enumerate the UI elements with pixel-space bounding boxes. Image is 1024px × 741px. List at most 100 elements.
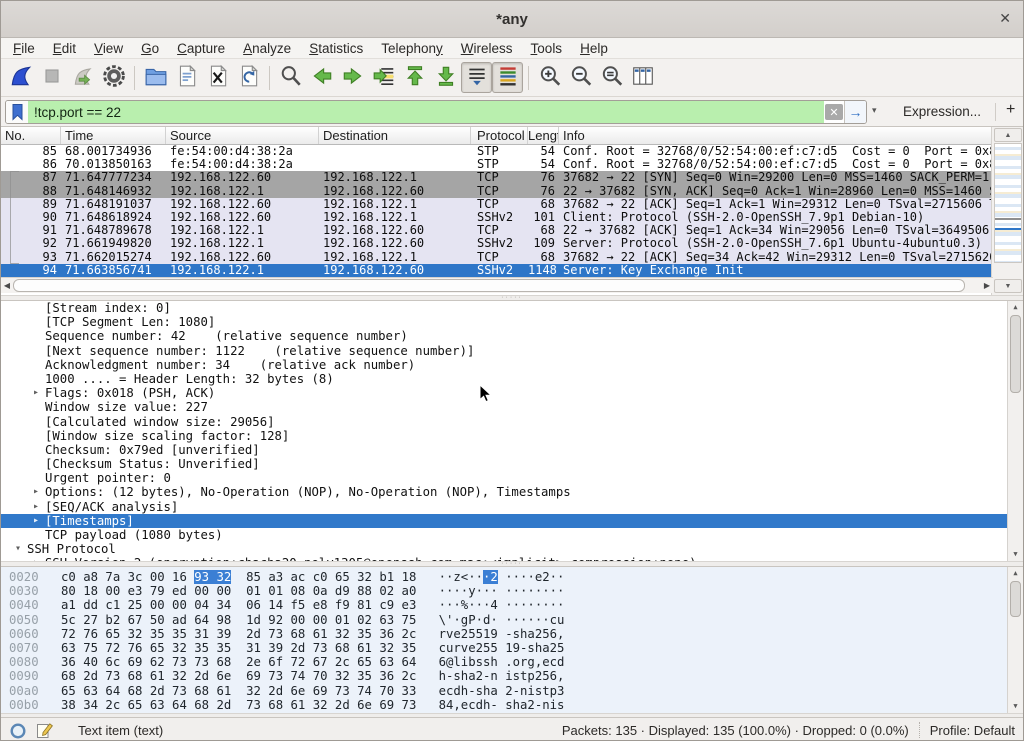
packet-list-horizontal-scrollbar[interactable]: ◀ ▶ bbox=[1, 277, 993, 293]
profile-status[interactable]: Profile: Default bbox=[930, 723, 1015, 738]
find-packet-button[interactable] bbox=[275, 62, 306, 93]
menu-capture[interactable]: Capture bbox=[168, 40, 234, 57]
detail-line[interactable]: Acknowledgment number: 34 (relative ack … bbox=[1, 358, 1023, 372]
reload-file-button[interactable] bbox=[233, 62, 264, 93]
column-header-destination[interactable]: Destination bbox=[319, 127, 471, 144]
hex-row-00a0[interactable]: 00a065 63 64 68 2d 73 68 61 32 2d 6e 69 … bbox=[9, 684, 1023, 698]
hex-row-0050[interactable]: 00505c 27 b2 67 50 ad 64 98 1d 92 00 00 … bbox=[9, 613, 1023, 627]
packet-row-90[interactable]: 9071.648618924192.168.122.60192.168.122.… bbox=[1, 211, 993, 224]
detail-line[interactable]: Checksum: 0x79ed [unverified] bbox=[1, 443, 1023, 457]
detail-line[interactable]: Urgent pointer: 0 bbox=[1, 471, 1023, 485]
go-to-top-button[interactable] bbox=[399, 62, 430, 93]
auto-scroll-button[interactable] bbox=[461, 62, 492, 93]
packet-row-91[interactable]: 9171.648789678192.168.122.1192.168.122.6… bbox=[1, 224, 993, 237]
filter-bookmark-icon[interactable] bbox=[6, 101, 28, 123]
open-file-button[interactable] bbox=[140, 62, 171, 93]
detail-line[interactable]: [TCP Segment Len: 1080] bbox=[1, 315, 1023, 329]
column-header-info[interactable]: Info bbox=[559, 127, 993, 144]
scroll-up-icon[interactable]: ▲ bbox=[994, 128, 1022, 142]
detail-line[interactable]: ▸Flags: 0x018 (PSH, ACK) bbox=[1, 386, 1023, 400]
start-capture-button[interactable] bbox=[5, 62, 36, 93]
scroll-up-icon[interactable]: ▲ bbox=[1008, 301, 1023, 314]
packet-list-header[interactable]: No.TimeSourceDestinationProtocolLengthIn… bbox=[1, 127, 993, 145]
packet-row-89[interactable]: 8971.648191037192.168.122.60192.168.122.… bbox=[1, 198, 993, 211]
go-to-packet-button[interactable] bbox=[368, 62, 399, 93]
hex-row-0090[interactable]: 009068 2d 73 68 61 32 2d 6e 69 73 74 70 … bbox=[9, 669, 1023, 683]
restart-capture-button[interactable] bbox=[67, 62, 98, 93]
menu-file[interactable]: File bbox=[4, 40, 44, 57]
menu-wireless[interactable]: Wireless bbox=[452, 40, 522, 57]
scroll-down-icon[interactable]: ▼ bbox=[1008, 548, 1023, 561]
column-header-protocol[interactable]: Protocol bbox=[471, 127, 528, 144]
hex-row-0040[interactable]: 0040a1 dd c1 25 00 00 04 34 06 14 f5 e8 … bbox=[9, 598, 1023, 612]
detail-line[interactable]: ▾SSH Protocol bbox=[1, 542, 1023, 556]
column-header-no[interactable]: No. bbox=[1, 127, 61, 144]
detail-line[interactable]: [Next sequence number: 1122 (relative se… bbox=[1, 344, 1023, 358]
packet-row-94[interactable]: 9471.663856741192.168.122.1192.168.122.6… bbox=[1, 264, 993, 277]
hex-row-0060[interactable]: 006072 76 65 32 35 35 31 39 2d 73 68 61 … bbox=[9, 627, 1023, 641]
bytes-vertical-scrollbar[interactable]: ▲ ▼ bbox=[1007, 567, 1023, 713]
detail-line[interactable]: ▸Options: (12 bytes), No-Operation (NOP)… bbox=[1, 485, 1023, 499]
zoom-original-button[interactable] bbox=[596, 62, 627, 93]
menu-tools[interactable]: Tools bbox=[522, 40, 572, 57]
hex-dump[interactable]: 0020c0 a8 7a 3c 00 16 93 32 85 a3 ac c0 … bbox=[9, 570, 1023, 712]
menu-statistics[interactable]: Statistics bbox=[300, 40, 372, 57]
scroll-up-icon[interactable]: ▲ bbox=[1008, 567, 1023, 580]
detail-line[interactable]: [Checksum Status: Unverified] bbox=[1, 457, 1023, 471]
menu-analyze[interactable]: Analyze bbox=[234, 40, 300, 57]
hex-row-0070[interactable]: 007063 75 72 76 65 32 35 35 31 39 2d 73 … bbox=[9, 641, 1023, 655]
stop-capture-button[interactable] bbox=[36, 62, 67, 93]
column-header-time[interactable]: Time bbox=[61, 127, 166, 144]
zoom-out-button[interactable] bbox=[565, 62, 596, 93]
filter-apply-icon[interactable]: → bbox=[844, 101, 866, 123]
horizontal-scroll-thumb[interactable] bbox=[13, 279, 965, 292]
save-file-button[interactable] bbox=[171, 62, 202, 93]
display-filter-input[interactable] bbox=[28, 101, 824, 123]
capture-comment-icon[interactable] bbox=[35, 721, 54, 740]
filter-history-dropdown-icon[interactable]: ▾ bbox=[872, 105, 877, 116]
expander-closed-icon[interactable]: ▸ bbox=[27, 386, 45, 400]
go-forward-button[interactable] bbox=[337, 62, 368, 93]
hex-row-00b0[interactable]: 00b038 34 2c 65 63 64 68 2d 73 68 61 32 … bbox=[9, 698, 1023, 712]
menu-telephony[interactable]: Telephony bbox=[372, 40, 452, 57]
display-filter-entry[interactable]: ✕ → bbox=[5, 100, 867, 124]
detail-line[interactable]: ▸[SEQ/ACK analysis] bbox=[1, 500, 1023, 514]
detail-line[interactable]: [Window size scaling factor: 128] bbox=[1, 429, 1023, 443]
expression-button[interactable]: Expression... bbox=[903, 104, 981, 119]
packet-row-88[interactable]: 8871.648146932192.168.122.1192.168.122.6… bbox=[1, 185, 993, 198]
go-to-bottom-button[interactable] bbox=[430, 62, 461, 93]
column-header-length[interactable]: Length bbox=[528, 127, 559, 144]
capture-options-button[interactable] bbox=[98, 62, 129, 93]
packet-row-93[interactable]: 9371.662015274192.168.122.60192.168.122.… bbox=[1, 251, 993, 264]
filter-clear-icon[interactable]: ✕ bbox=[825, 104, 843, 120]
detail-line[interactable]: Sequence number: 42 (relative sequence n… bbox=[1, 329, 1023, 343]
resize-columns-button[interactable] bbox=[627, 62, 658, 93]
bytes-scroll-thumb[interactable] bbox=[1010, 581, 1021, 617]
expander-open-icon[interactable]: ▾ bbox=[9, 542, 27, 556]
packet-list-vertical-scrollbar[interactable]: ▲ ▼ bbox=[991, 127, 1023, 295]
hex-row-0020[interactable]: 0020c0 a8 7a 3c 00 16 93 32 85 a3 ac c0 … bbox=[9, 570, 1023, 584]
hex-row-0080[interactable]: 008036 40 6c 69 62 73 73 68 2e 6f 72 67 … bbox=[9, 655, 1023, 669]
scroll-down-icon[interactable]: ▼ bbox=[994, 279, 1022, 293]
menu-help[interactable]: Help bbox=[571, 40, 617, 57]
detail-line[interactable]: [Calculated window size: 29056] bbox=[1, 415, 1023, 429]
scroll-left-icon[interactable]: ◀ bbox=[1, 279, 13, 293]
go-back-button[interactable] bbox=[306, 62, 337, 93]
detail-line[interactable]: 1000 .... = Header Length: 32 bytes (8) bbox=[1, 372, 1023, 386]
expander-closed-icon[interactable]: ▸ bbox=[27, 485, 45, 499]
packet-row-85[interactable]: 8568.001734936fe:54:00:d4:38:2aSTP54Conf… bbox=[1, 145, 993, 158]
packet-row-92[interactable]: 9271.661949820192.168.122.1192.168.122.6… bbox=[1, 237, 993, 250]
expander-closed-icon[interactable]: ▸ bbox=[27, 500, 45, 514]
detail-line[interactable]: Window size value: 227 bbox=[1, 400, 1023, 414]
packet-row-86[interactable]: 8670.013850163fe:54:00:d4:38:2aSTP54Conf… bbox=[1, 158, 993, 171]
column-header-source[interactable]: Source bbox=[166, 127, 319, 144]
menu-go[interactable]: Go bbox=[132, 40, 168, 57]
close-file-button[interactable] bbox=[202, 62, 233, 93]
close-icon[interactable]: ✕ bbox=[999, 10, 1011, 27]
hex-row-0030[interactable]: 003080 18 00 e3 79 ed 00 00 01 01 08 0a … bbox=[9, 584, 1023, 598]
menu-edit[interactable]: Edit bbox=[44, 40, 85, 57]
add-filter-button[interactable]: + bbox=[1006, 101, 1015, 119]
scroll-down-icon[interactable]: ▼ bbox=[1008, 700, 1023, 713]
zoom-in-button[interactable] bbox=[534, 62, 565, 93]
detail-line[interactable]: ▸[Timestamps] bbox=[1, 514, 1023, 528]
